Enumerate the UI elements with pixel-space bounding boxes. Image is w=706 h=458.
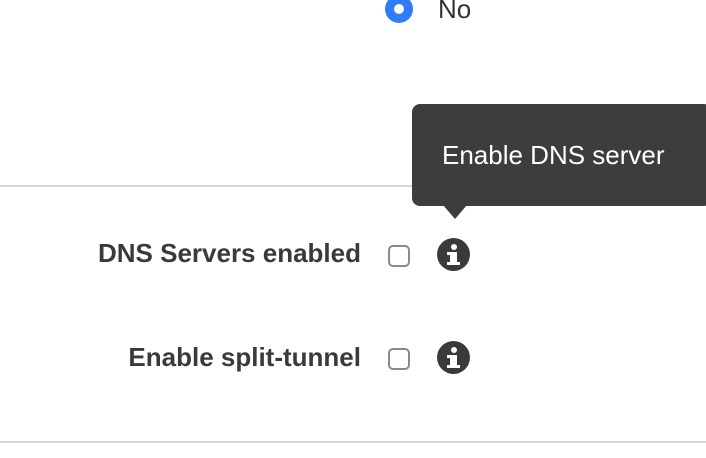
tooltip-text: Enable DNS server xyxy=(442,139,665,170)
radio-option-no[interactable]: No xyxy=(385,0,471,26)
split-tunnel-checkbox[interactable] xyxy=(388,348,410,370)
vpn-settings-panel: No DNS Servers enabled Enable split-tunn… xyxy=(0,0,706,458)
dns-servers-checkbox[interactable] xyxy=(388,245,410,267)
radio-option-label: No xyxy=(438,0,472,24)
info-circle-icon[interactable] xyxy=(437,341,470,374)
tooltip-arrow xyxy=(443,205,467,219)
dns-servers-label: DNS Servers enabled xyxy=(97,238,361,268)
info-circle-icon[interactable] xyxy=(437,238,470,271)
radio-button-selected[interactable] xyxy=(385,0,413,23)
split-tunnel-label: Enable split-tunnel xyxy=(128,342,361,372)
section-divider-bottom xyxy=(0,441,706,443)
dns-tooltip: Enable DNS server xyxy=(412,104,706,206)
